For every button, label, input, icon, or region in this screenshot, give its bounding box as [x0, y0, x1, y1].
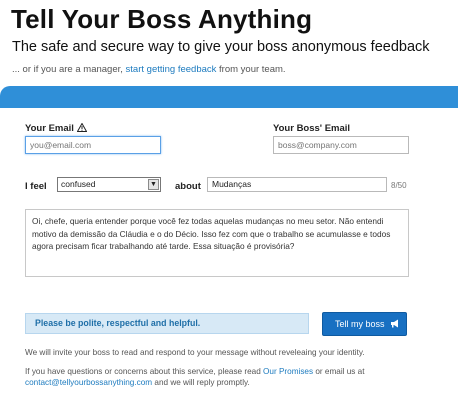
about-char-counter: 8/50	[391, 181, 407, 190]
manager-line: ... or if you are a manager, start getti…	[12, 64, 286, 75]
contact-suffix: and we will reply promptly.	[152, 378, 250, 387]
your-email-label: Your Email	[25, 122, 88, 135]
feeling-select[interactable]: confused ▼	[57, 177, 161, 192]
feeling-selected-value: confused	[61, 179, 96, 189]
chevron-down-icon[interactable]: ▼	[148, 179, 159, 190]
i-feel-label: I feel	[25, 181, 47, 192]
manager-suffix: from your team.	[216, 64, 286, 75]
boss-email-input[interactable]	[273, 136, 409, 154]
manager-prefix: ... or if you are a manager,	[12, 64, 126, 75]
message-textarea[interactable]: Oi, chefe, queria entender porque você f…	[25, 209, 409, 277]
page-subtitle: The safe and secure way to give your bos…	[12, 39, 430, 55]
contact-email-link[interactable]: contact@tellyourbossanything.com	[25, 378, 152, 387]
page-title: Tell Your Boss Anything	[11, 4, 313, 34]
megaphone-icon	[390, 314, 400, 336]
about-input[interactable]: Mudanças	[207, 177, 387, 192]
invite-info: We will invite your boss to read and res…	[25, 348, 365, 357]
tell-my-boss-label: Tell my boss	[335, 319, 385, 329]
warning-icon	[76, 122, 88, 135]
questions-prefix: If you have questions or concerns about …	[25, 367, 264, 376]
about-label: about	[175, 181, 201, 192]
questions-info-line1: If you have questions or concerns about …	[25, 367, 365, 376]
start-feedback-link[interactable]: start getting feedback	[126, 64, 217, 75]
tell-my-boss-button[interactable]: Tell my boss	[322, 312, 407, 336]
your-email-input[interactable]	[25, 136, 161, 154]
your-email-label-text: Your Email	[25, 123, 74, 134]
boss-email-label: Your Boss' Email	[273, 123, 351, 134]
header: Tell Your Boss Anything The safe and sec…	[0, 0, 458, 92]
questions-suffix: or email us at	[313, 367, 365, 376]
questions-info-line2: contact@tellyourbossanything.com and we …	[25, 378, 250, 387]
our-promises-link[interactable]: Our Promises	[263, 367, 313, 376]
blue-header-band	[0, 86, 458, 108]
politeness-notice: Please be polite, respectful and helpful…	[25, 313, 309, 334]
